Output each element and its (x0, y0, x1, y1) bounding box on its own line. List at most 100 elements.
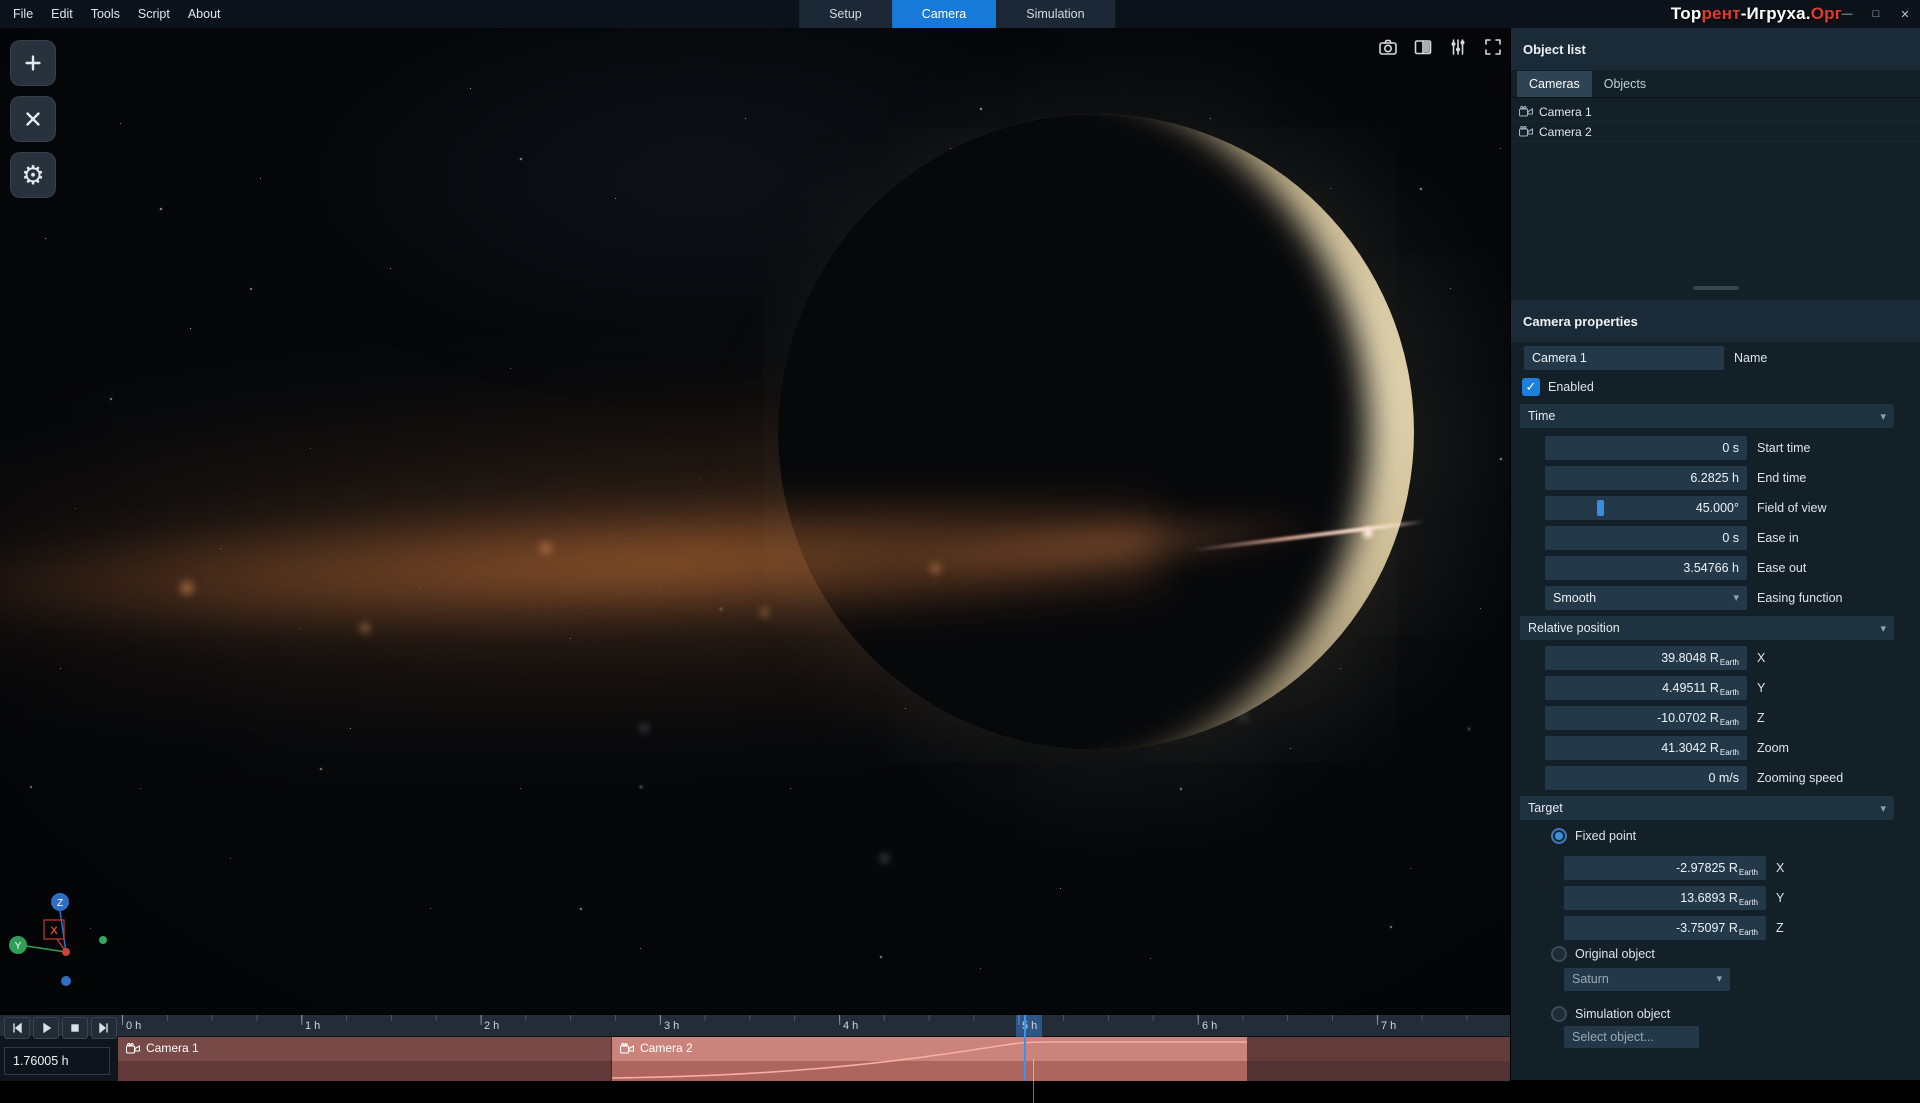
menu-tools[interactable]: Tools (82, 0, 129, 28)
titlebar: File Edit Tools Script About Setup Camer… (0, 0, 1920, 28)
easing-function-dropdown[interactable]: Smooth▾ (1545, 586, 1747, 610)
easing-curve (118, 1037, 1510, 1081)
axis-x-label: X (50, 925, 58, 937)
camera-properties-header: Camera properties (1511, 300, 1920, 342)
fixed-point-radio[interactable] (1551, 828, 1567, 844)
zooming-speed-input[interactable]: 0 m/s (1545, 766, 1747, 790)
bokeh-particle (930, 563, 941, 574)
chevron-down-icon: ▾ (1733, 586, 1739, 610)
chevron-down-icon: ▾ (1880, 802, 1886, 815)
tab-camera[interactable]: Camera (892, 0, 996, 28)
select-object-button[interactable]: Select object... (1564, 1026, 1699, 1048)
menu-script[interactable]: Script (129, 0, 179, 28)
ease-out-label: Ease out (1757, 561, 1806, 575)
add-icon (22, 52, 44, 74)
axis-gizmo[interactable]: Z Y X (6, 890, 136, 1000)
end-time-input[interactable]: 6.2825 h (1545, 466, 1747, 490)
ruler-label: 6 h (1202, 1020, 1217, 1032)
close-tool-button[interactable] (10, 96, 56, 142)
ruler-label: 2 h (484, 1020, 499, 1032)
planet-night-side (778, 114, 1369, 750)
list-item-label: Camera 2 (1539, 125, 1592, 139)
right-panel: Object list Cameras Objects Camera 1 Cam… (1510, 28, 1920, 1080)
field-of-view-label: Field of view (1757, 501, 1826, 515)
ease-in-input[interactable]: 0 s (1545, 526, 1747, 550)
bokeh-particle (1240, 714, 1247, 721)
bokeh-particle (360, 623, 370, 633)
play-button[interactable] (33, 1017, 59, 1039)
object-list-header: Object list (1511, 28, 1920, 70)
ruler-label: 7 h (1381, 1020, 1396, 1032)
playhead[interactable] (1024, 1015, 1026, 1081)
fov-slider-handle[interactable] (1597, 500, 1604, 516)
name-label: Name (1734, 351, 1767, 365)
ruler-label: 0 h (126, 1020, 141, 1032)
skip-end-button[interactable] (91, 1017, 117, 1039)
tab-cameras[interactable]: Cameras (1517, 71, 1592, 97)
enabled-label: Enabled (1548, 380, 1594, 394)
section-target[interactable]: Target▾ (1520, 796, 1894, 820)
filter-sliders-icon[interactable] (1447, 36, 1469, 58)
tab-objects[interactable]: Objects (1592, 71, 1658, 97)
simulation-object-radio[interactable] (1551, 1006, 1567, 1022)
timeline-tracks[interactable]: Camera 1 Camera 2 (0, 1037, 1510, 1081)
ruler-ticks (122, 1015, 1510, 1037)
ease-out-input[interactable]: 3.54766 h (1545, 556, 1747, 580)
tab-setup[interactable]: Setup (799, 0, 892, 28)
axis-y-label: Y (15, 941, 22, 952)
viewport-left-toolbar: ⚙ (10, 40, 56, 198)
stop-button[interactable] (62, 1017, 88, 1039)
section-relative-position[interactable]: Relative position▾ (1520, 616, 1894, 640)
camera-name-input[interactable]: Camera 1 (1524, 346, 1724, 370)
menu-edit[interactable]: Edit (42, 0, 82, 28)
minimize-icon[interactable]: — (1840, 8, 1854, 20)
list-item-camera-2[interactable]: Camera 2 (1511, 122, 1920, 142)
target-z-input[interactable]: -3.75097 REarth (1564, 916, 1766, 940)
space-viewport[interactable]: ⚙ Z Y X (0, 28, 1510, 1014)
mode-tabs: Setup Camera Simulation (799, 0, 1115, 28)
bokeh-particle (540, 542, 552, 554)
panel-splitter-handle[interactable] (1693, 286, 1739, 290)
timeline-ruler[interactable]: 0 h 1 h 2 h 3 h 4 h 5 h 6 h 7 h (0, 1015, 1510, 1037)
list-item-camera-1[interactable]: Camera 1 (1511, 102, 1920, 122)
start-time-input[interactable]: 0 s (1545, 436, 1747, 460)
play-icon (40, 1022, 52, 1034)
chevron-down-icon: ▾ (1880, 622, 1886, 635)
menu-about[interactable]: About (179, 0, 230, 28)
relpos-y-input[interactable]: 4.49511 REarth (1545, 676, 1747, 700)
relpos-z-input[interactable]: -10.0702 REarth (1545, 706, 1747, 730)
current-time-display[interactable]: 1.76005 h (4, 1047, 110, 1075)
target-x-input[interactable]: -2.97825 REarth (1564, 856, 1766, 880)
original-object-radio[interactable] (1551, 946, 1567, 962)
screenshot-camera-icon[interactable] (1377, 36, 1399, 58)
settings-button[interactable]: ⚙ (10, 152, 56, 198)
skip-end-icon (98, 1022, 110, 1034)
stop-icon (69, 1022, 81, 1034)
easing-function-label: Easing function (1757, 591, 1842, 605)
ease-in-label: Ease in (1757, 531, 1799, 545)
skip-start-button[interactable] (4, 1017, 30, 1039)
fullscreen-icon[interactable] (1482, 36, 1504, 58)
transport-controls (4, 1017, 117, 1039)
relpos-x-input[interactable]: 39.8048 REarth (1545, 646, 1747, 670)
menu-file[interactable]: File (4, 0, 42, 28)
maximize-icon[interactable]: □ (1869, 8, 1883, 20)
layout-columns-icon[interactable] (1412, 36, 1434, 58)
end-time-label: End time (1757, 471, 1806, 485)
zoom-label: Zoom (1757, 741, 1789, 755)
enabled-checkbox[interactable]: ✓ (1522, 378, 1540, 396)
add-button[interactable] (10, 40, 56, 86)
camera-list: Camera 1 Camera 2 (1511, 102, 1920, 142)
target-y-label: Y (1776, 891, 1784, 905)
bokeh-particle (880, 854, 889, 863)
zoom-input[interactable]: 41.3042 REarth (1545, 736, 1747, 760)
tab-simulation[interactable]: Simulation (996, 0, 1114, 28)
ruler-label: 3 h (664, 1020, 679, 1032)
target-y-input[interactable]: 13.6893 REarth (1564, 886, 1766, 910)
section-time[interactable]: Time▾ (1520, 404, 1894, 428)
close-icon[interactable]: ✕ (1898, 8, 1912, 21)
field-of-view-input[interactable]: 45.000° (1545, 496, 1747, 520)
original-object-dropdown[interactable]: Saturn▾ (1564, 968, 1730, 991)
viewport-toolbar (1377, 36, 1504, 58)
close-icon (22, 108, 44, 130)
